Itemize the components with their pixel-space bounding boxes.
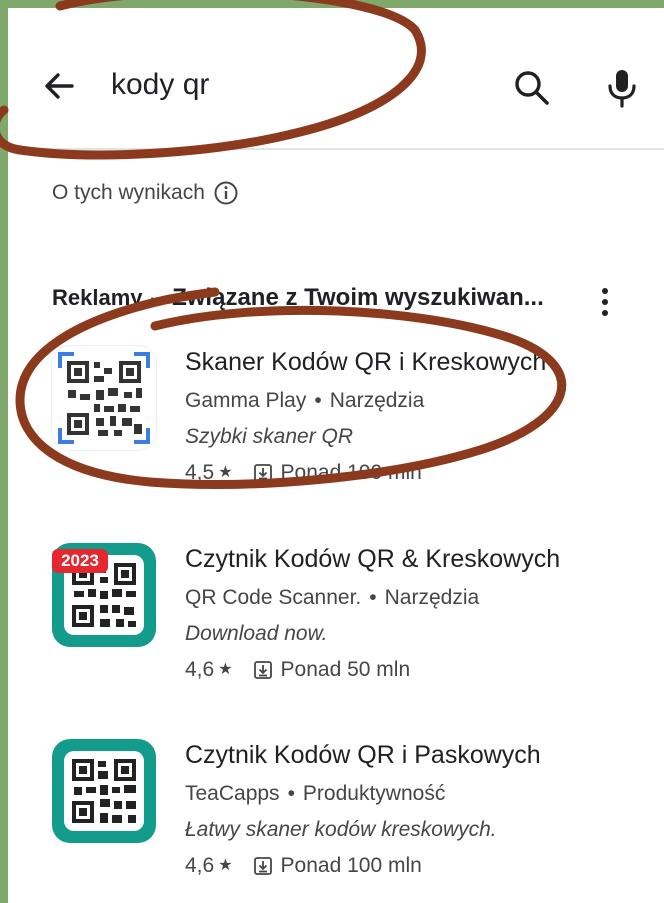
app-downloads: Ponad 100 mln: [280, 461, 422, 484]
more-options-button[interactable]: [590, 284, 620, 320]
star-icon: ★: [218, 661, 233, 678]
about-results-label: O tych wynikach: [52, 181, 205, 204]
app-rating: 4,5: [185, 461, 215, 484]
app-list-item[interactable]: Czytnik Kodów QR i Paskowych TeaCapps • Pr…: [52, 739, 652, 903]
separator-dot: •: [314, 389, 322, 412]
voice-search-button[interactable]: [602, 64, 642, 112]
app-icon: [52, 346, 156, 450]
ads-section-header: Reklamy · Związane z Twoim wyszukiwan...: [52, 284, 612, 318]
separator-dot: •: [369, 586, 377, 609]
app-info: Czytnik Kodów QR & Kreskowych QR Code Sc…: [185, 543, 655, 684]
app-tagline: Łatwy skaner kodów kreskowych.: [185, 818, 497, 841]
play-store-screen: kody qr O tych wynikach Reklamy · Związa…: [8, 8, 664, 903]
app-info: Czytnik Kodów QR i Paskowych TeaCapps • Pr…: [185, 739, 655, 880]
back-button[interactable]: [38, 64, 82, 108]
app-category: Narzędzia: [329, 389, 425, 412]
app-stats: 4,5 ★ Ponad 100 mln: [185, 459, 655, 487]
year-badge: 2023: [52, 549, 108, 573]
star-icon: ★: [218, 464, 233, 481]
download-icon: [253, 857, 272, 875]
app-rating: 4,6: [185, 854, 215, 877]
search-query[interactable]: kody qr: [111, 68, 209, 102]
ads-separator: ·: [148, 285, 156, 310]
search-bar: kody qr: [8, 8, 664, 150]
microphone-icon: [608, 70, 636, 108]
app-list-item[interactable]: Skaner Kodów QR i Kreskowych Gamma Play •…: [52, 346, 652, 516]
app-rating: 4,6: [185, 658, 215, 681]
app-developer: QR Code Scanner.: [185, 586, 362, 609]
app-category: Produktywność: [302, 782, 446, 805]
star-icon: ★: [218, 857, 233, 874]
app-name: Czytnik Kodów QR i Paskowych: [185, 741, 541, 769]
more-vert-icon: [602, 288, 608, 316]
app-name: Skaner Kodów QR i Kreskowych: [185, 348, 547, 376]
app-info: Skaner Kodów QR i Kreskowych Gamma Play •…: [185, 346, 655, 487]
search-button[interactable]: [510, 66, 554, 110]
app-developer-category: TeaCapps • Produktywność: [185, 780, 655, 808]
app-icon: [52, 739, 156, 843]
info-icon: [214, 181, 238, 205]
app-tagline: Download now.: [185, 622, 328, 645]
app-stats: 4,6 ★ Ponad 100 mln: [185, 852, 655, 880]
app-downloads: Ponad 100 mln: [280, 854, 422, 877]
app-developer: Gamma Play: [185, 389, 307, 412]
download-icon: [253, 661, 272, 679]
app-downloads: Ponad 50 mln: [280, 658, 411, 681]
app-list-item[interactable]: 2023 Czytnik Kodów QR & Kreskowych QR Co…: [52, 543, 652, 713]
app-stats: 4,6 ★ Ponad 50 mln: [185, 656, 655, 684]
ads-label: Reklamy: [52, 285, 143, 310]
search-icon: [515, 71, 549, 105]
qr-scanner-icon: [58, 352, 150, 444]
separator-dot: •: [287, 782, 295, 805]
app-name: Czytnik Kodów QR & Kreskowych: [185, 545, 561, 573]
arrow-left-icon: [45, 73, 74, 99]
app-developer: TeaCapps: [185, 782, 280, 805]
about-results[interactable]: O tych wynikach: [52, 180, 239, 206]
app-developer-category: QR Code Scanner. • Narzędzia: [185, 584, 655, 612]
app-tagline: Szybki skaner QR: [185, 425, 354, 448]
app-category: Narzędzia: [384, 586, 480, 609]
qr-code-icon: [64, 751, 144, 831]
app-developer-category: Gamma Play • Narzędzia: [185, 387, 655, 415]
download-icon: [253, 464, 272, 482]
ads-section-title: Związane z Twoim wyszukiwan...: [172, 284, 544, 311]
